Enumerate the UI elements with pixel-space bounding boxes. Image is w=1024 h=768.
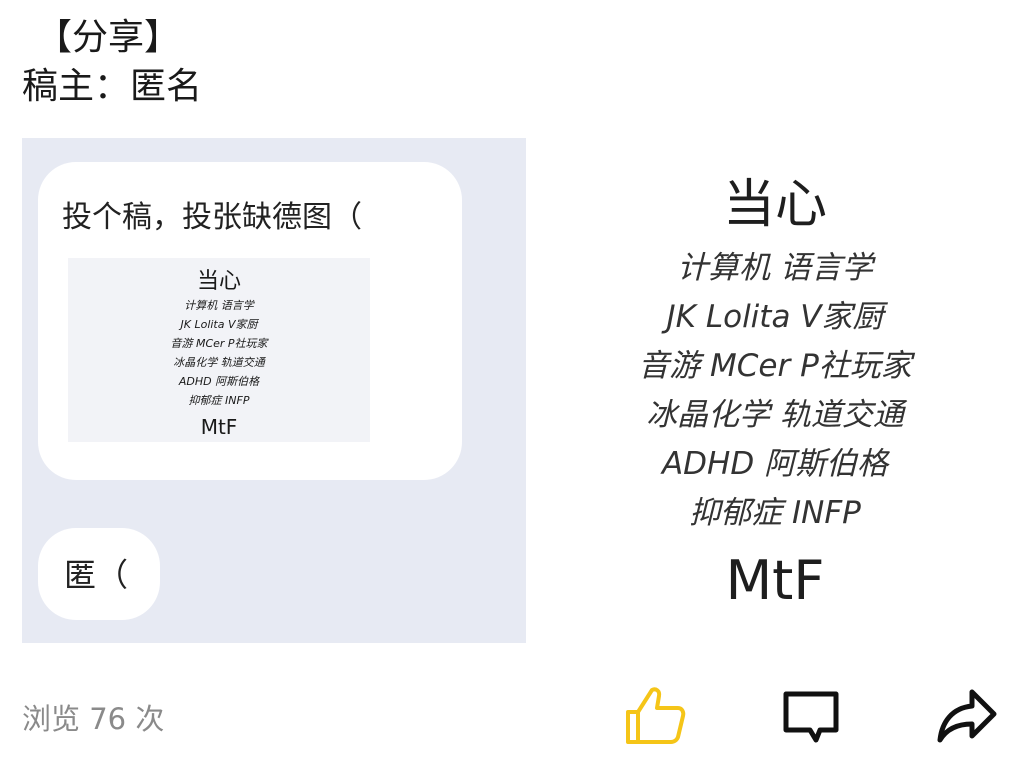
chat-message: 匿（ <box>64 556 129 594</box>
thumbnail-line: 计算机 语言学 <box>184 299 254 312</box>
thumbnail-line: 抑郁症 INFP <box>188 394 250 407</box>
warning-card: 当心 计算机 语言学 JK Lolita V家厨 音游 MCer P社玩家 冰晶… <box>526 138 1024 643</box>
thumbnail-footer: MtF <box>200 415 238 439</box>
share-arrow-icon[interactable] <box>934 682 1000 748</box>
chat-bubble: 匿（ <box>38 528 160 620</box>
card-line: JK Lolita V家厨 <box>666 299 884 335</box>
card-line: 冰晶化学 轨道交通 <box>646 397 904 433</box>
thumbnail-line: 冰晶化学 轨道交通 <box>173 356 265 369</box>
card-line: 计算机 语言学 <box>677 250 873 286</box>
card-lines: 计算机 语言学 JK Lolita V家厨 音游 MCer P社玩家 冰晶化学 … <box>526 244 1024 538</box>
thumbnail-title: 当心 <box>196 269 241 294</box>
post-tag: 【分享】 <box>36 17 181 58</box>
post-image[interactable]: 投个稿，投张缺德图（ 当心 计算机 语言学 JK Lolita V家厨 音游 M… <box>22 138 1024 643</box>
card-line: 抑郁症 INFP <box>689 495 861 531</box>
card-line: ADHD 阿斯伯格 <box>661 446 889 482</box>
post-header: 【分享】 稿主：匿名 <box>22 14 202 112</box>
thumbnail-line: 音游 MCer P社玩家 <box>170 337 268 350</box>
action-bar: 浏览 76 次 <box>0 670 1024 760</box>
thumbs-up-icon[interactable] <box>622 682 688 748</box>
card-line: 音游 MCer P社玩家 <box>638 348 912 384</box>
card-footer: MtF <box>725 549 825 612</box>
thumbnail-line: ADHD 阿斯伯格 <box>178 375 260 388</box>
chat-image-thumbnail: 当心 计算机 语言学 JK Lolita V家厨 音游 MCer P社玩家 冰晶… <box>68 258 370 442</box>
chat-bubble: 投个稿，投张缺德图（ 当心 计算机 语言学 JK Lolita V家厨 音游 M… <box>38 162 462 480</box>
thumbnail-line: JK Lolita V家厨 <box>180 318 258 331</box>
comment-icon[interactable] <box>778 682 844 748</box>
card-title: 当心 <box>722 175 827 235</box>
view-count: 浏览 76 次 <box>22 702 165 736</box>
post-author: 稿主：匿名 <box>22 66 203 107</box>
chat-screenshot: 投个稿，投张缺德图（ 当心 计算机 语言学 JK Lolita V家厨 音游 M… <box>22 138 526 643</box>
chat-message: 投个稿，投张缺德图（ <box>62 200 362 235</box>
